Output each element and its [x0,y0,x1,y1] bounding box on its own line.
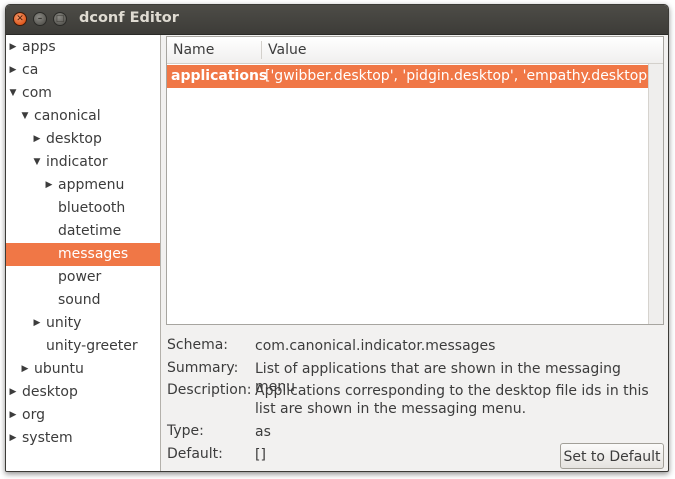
tree-item-ca[interactable]: ▶ ca [6,59,160,82]
tree-item-label: messages [58,246,129,262]
summary-label: Summary: [167,360,239,376]
tree-item-messages[interactable]: messages [6,243,160,266]
tree-item-label: sound [58,292,101,308]
key-details: Schema: com.canonical.indicator.messages… [167,323,667,469]
tree-item-sound[interactable]: sound [6,289,160,312]
collapsed-arrow-icon[interactable]: ▶ [8,427,18,450]
titlebar: ✕ – □ dconf Editor [6,5,668,35]
table-row[interactable]: applications ['gwibber.desktop', 'pidgin… [167,65,656,88]
tree-item-datetime[interactable]: datetime [6,220,160,243]
tree-item-label: apps [22,39,56,55]
maximize-icon: □ [55,13,65,24]
collapsed-arrow-icon[interactable]: ▶ [8,404,18,427]
minimize-button[interactable]: – [33,12,47,26]
tree-item-label: bluetooth [58,200,126,216]
key-name: applications [171,68,268,84]
type-label: Type: [167,423,204,439]
tree-item-com[interactable]: ▼ com [6,82,160,105]
tree-item-bluetooth[interactable]: bluetooth [6,197,160,220]
tree-item-label: desktop [46,131,102,147]
close-icon: ✕ [16,13,24,24]
key-value: ['gwibber.desktop', 'pidgin.desktop', 'e… [265,68,657,84]
column-header-name[interactable]: Name [173,37,214,63]
tree-item-unity-greeter[interactable]: unity-greeter [6,335,160,358]
tree-item-power[interactable]: power [6,266,160,289]
collapsed-arrow-icon[interactable]: ▶ [20,358,30,381]
collapsed-arrow-icon[interactable]: ▶ [8,59,18,82]
window-title: dconf Editor [79,10,179,26]
tree-item-appmenu[interactable]: ▶ appmenu [6,174,160,197]
maximize-button[interactable]: □ [53,12,67,26]
expanded-arrow-icon[interactable]: ▼ [32,151,42,174]
tree-item-label: unity [46,315,82,331]
collapsed-arrow-icon[interactable]: ▶ [32,312,42,335]
tree-item-indicator[interactable]: ▼ indicator [6,151,160,174]
tree-item-label: desktop [22,384,78,400]
tree-item-unity[interactable]: ▶ unity [6,312,160,335]
close-button[interactable]: ✕ [13,12,27,26]
type-value: as [255,424,271,440]
collapsed-arrow-icon[interactable]: ▶ [32,128,42,151]
description-value: Applications corresponding to the deskto… [255,383,649,417]
keys-list[interactable]: Name Value applications ['gwibber.deskto… [166,36,664,325]
schema-tree[interactable]: ▶ apps ▶ ca ▼ com ▼ canonical ▶ desktop ▼ indicator… [6,35,161,471]
collapsed-arrow-icon[interactable]: ▶ [8,381,18,404]
tree-item-label: canonical [34,108,101,124]
collapsed-arrow-icon[interactable]: ▶ [8,36,18,59]
schema-label: Schema: [167,337,229,353]
tree-item-org[interactable]: ▶ org [6,404,160,427]
schema-value: com.canonical.indicator.messages [255,338,496,354]
default-label: Default: [167,446,223,462]
tree-item-label: datetime [58,223,122,239]
tree-item-label: ubuntu [34,361,84,377]
tree-item-label: ca [22,62,39,78]
tree-item-desktop[interactable]: ▶ desktop [6,128,160,151]
tree-item-label: power [58,269,102,285]
tree-item-apps[interactable]: ▶ apps [6,36,160,59]
tree-item-canonical[interactable]: ▼ canonical [6,105,160,128]
description-label: Description: [167,382,252,398]
tree-item-label: org [22,407,45,423]
tree-item-system[interactable]: ▶ system [6,427,160,450]
set-to-default-button[interactable]: Set to Default [560,443,664,469]
tree-item-desktop[interactable]: ▶ desktop [6,381,160,404]
column-separator [261,41,262,59]
tree-item-label: com [22,85,52,101]
app-window: ✕ – □ dconf Editor ▶ apps ▶ ca ▼ com ▼ canonica… [5,4,669,472]
list-header: Name Value [167,37,663,64]
expanded-arrow-icon[interactable]: ▼ [20,105,30,128]
column-header-value[interactable]: Value [268,37,306,63]
tree-item-label: indicator [46,154,108,170]
collapsed-arrow-icon[interactable]: ▶ [44,174,54,197]
tree-item-label: system [22,430,73,446]
vertical-scrollbar[interactable] [648,64,663,324]
tree-item-label: unity-greeter [46,338,138,354]
tree-item-ubuntu[interactable]: ▶ ubuntu [6,358,160,381]
minimize-icon: – [37,13,43,24]
tree-item-label: appmenu [58,177,125,193]
expanded-arrow-icon[interactable]: ▼ [8,82,18,105]
